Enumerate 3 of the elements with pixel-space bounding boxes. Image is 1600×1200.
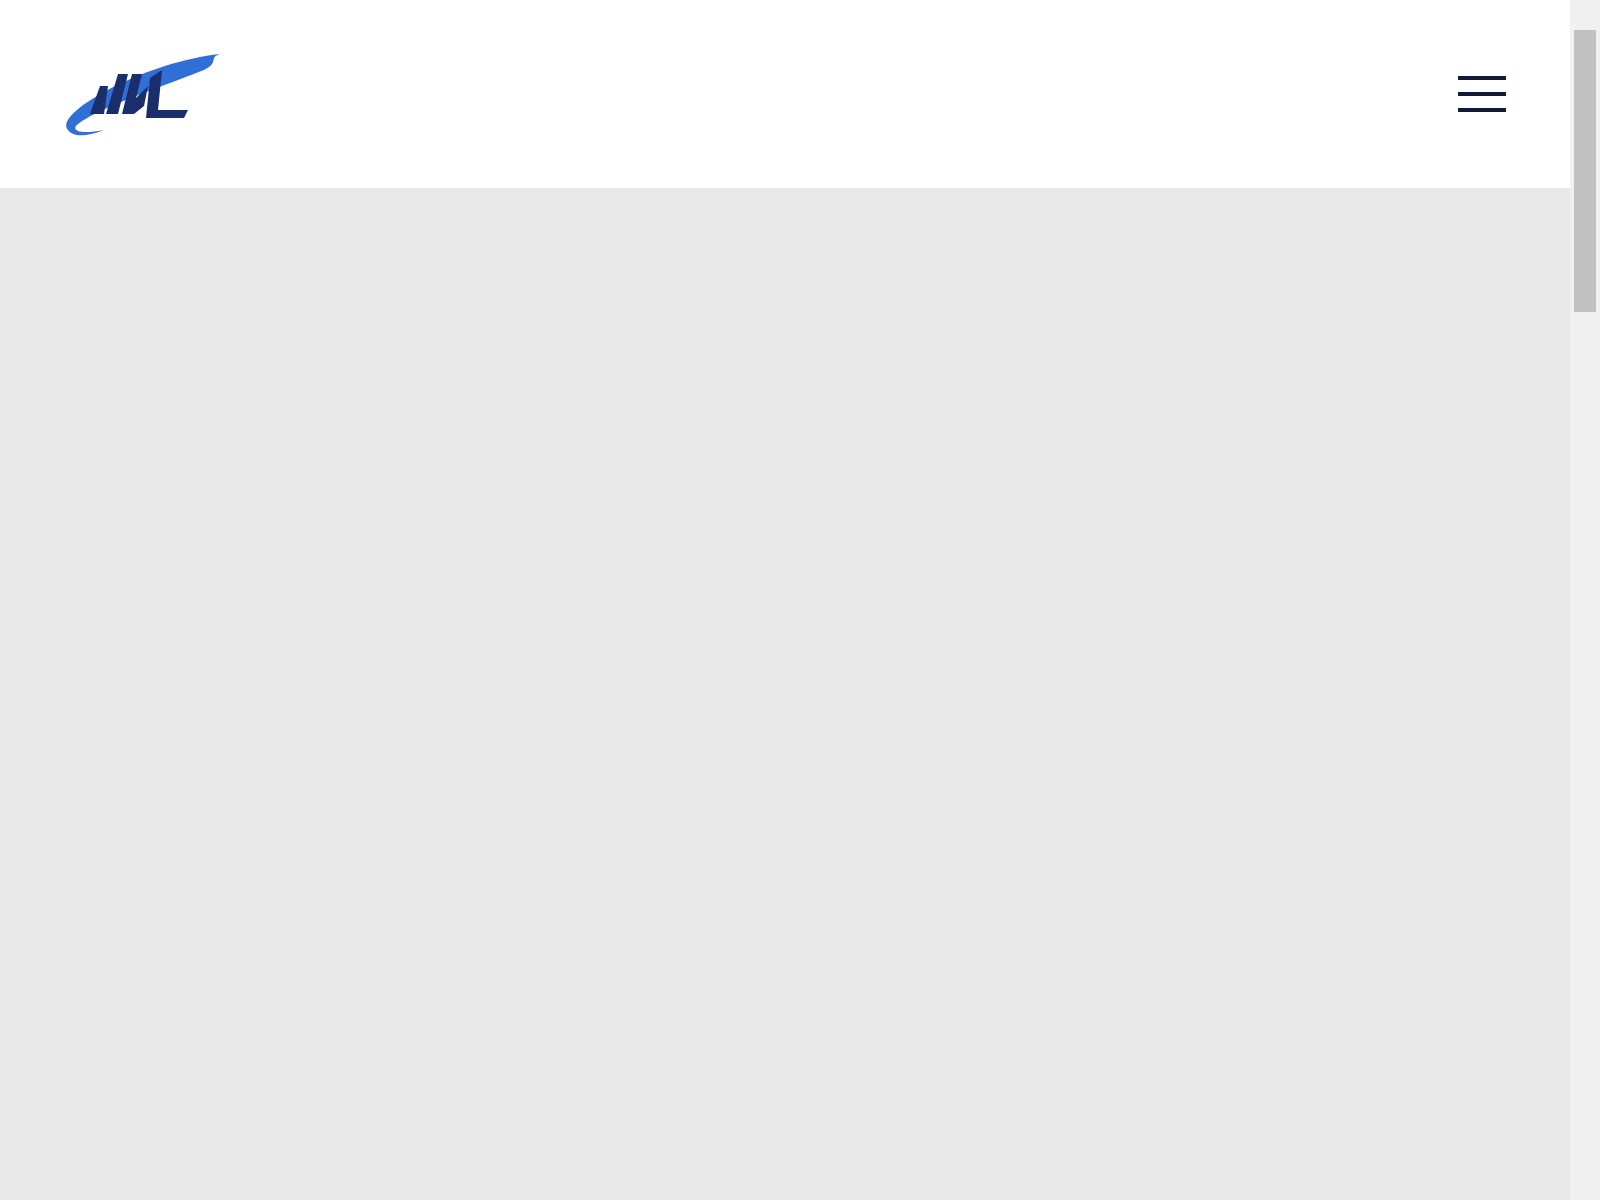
scrollbar[interactable]	[1570, 0, 1600, 1200]
menu-icon	[1458, 76, 1506, 112]
logo[interactable]	[64, 50, 224, 138]
